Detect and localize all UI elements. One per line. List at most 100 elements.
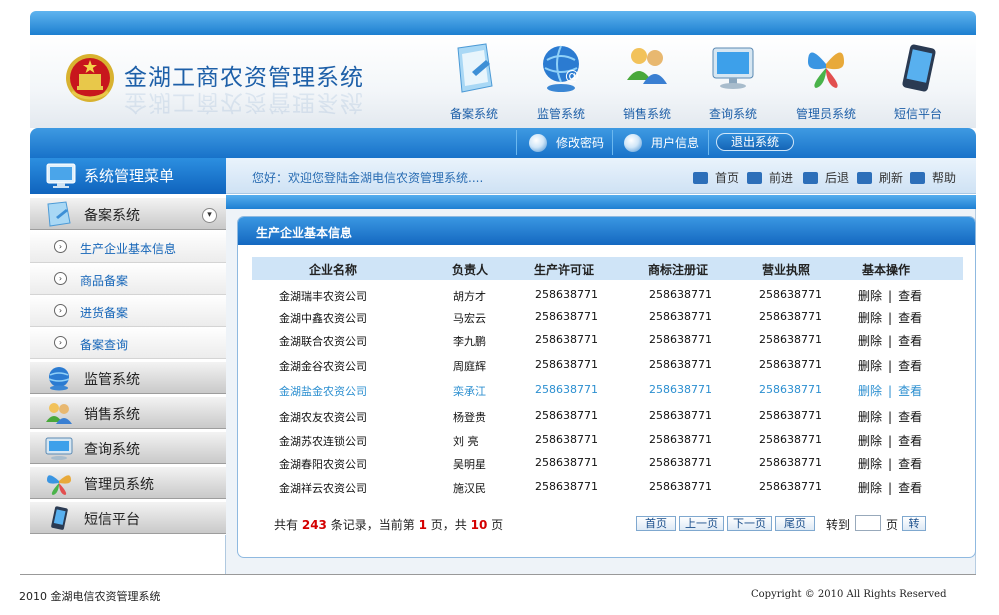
sidebar-section-filing[interactable]: 备案系统 ▾ — [30, 197, 226, 230]
users-icon — [627, 48, 667, 84]
delete-link[interactable]: 删除 — [858, 457, 882, 471]
cell-name: 金湖春阳农资公司 — [279, 458, 367, 471]
sidebar-filler — [30, 535, 226, 574]
action-separator: | — [888, 289, 893, 303]
cell-name: 金湖中鑫农资公司 — [279, 312, 367, 325]
cell-business: 258638771 — [759, 433, 822, 446]
next-page-button[interactable]: 下一页 — [727, 516, 772, 531]
delete-link[interactable]: 删除 — [858, 334, 882, 348]
cell-name: 金湖金谷农资公司 — [279, 360, 367, 373]
cell-name: 金湖苏农连锁公司 — [279, 435, 367, 448]
chevron-down-icon[interactable]: ▾ — [202, 208, 217, 223]
top-toolbar — [30, 128, 976, 158]
cell-name: 金湖盐金农资公司 — [279, 385, 367, 398]
chevron-right-icon: › — [54, 336, 67, 349]
system-supervision-button[interactable]: @ 监管系统 — [521, 42, 601, 124]
prev-page-button[interactable]: 上一页 — [679, 516, 724, 531]
cell-person: 施汉民 — [453, 482, 486, 495]
cell-person: 栾承江 — [453, 385, 486, 398]
delete-link[interactable]: 删除 — [858, 289, 882, 303]
pagination-text: 条记录，当前第 — [330, 518, 415, 532]
cell-name: 金湖农友农资公司 — [279, 411, 367, 424]
nav-label: 帮助 — [932, 171, 957, 185]
nav-forward-button[interactable]: 前进 — [747, 169, 793, 186]
view-link[interactable]: 查看 — [898, 359, 922, 373]
cell-person: 周庭辉 — [453, 360, 486, 373]
system-query-button[interactable]: 查询系统 — [693, 42, 773, 124]
delete-link[interactable]: 删除 — [858, 311, 882, 325]
pagination-text: 页 — [491, 518, 504, 532]
delete-link[interactable]: 删除 — [858, 434, 882, 448]
nav-home-button[interactable]: 首页 — [693, 169, 739, 186]
nav-label: 前进 — [769, 171, 794, 185]
sidebar-section-admin[interactable]: 管理员系统 — [30, 466, 226, 499]
back-arrow-icon — [803, 171, 818, 184]
system-sales-button[interactable]: 销售系统 — [607, 42, 687, 124]
action-separator: | — [888, 334, 893, 348]
view-link[interactable]: 查看 — [898, 334, 922, 348]
nav-back-button[interactable]: 后退 — [803, 169, 849, 186]
goto-page-input[interactable] — [855, 515, 881, 531]
help-icon — [910, 171, 925, 184]
cell-trademark: 258638771 — [649, 288, 712, 301]
globe-mail-icon: @ — [543, 45, 579, 92]
action-separator: | — [888, 481, 893, 495]
system-filing-button[interactable]: 备案系统 — [434, 42, 514, 124]
sidebar-item-purchase-filing[interactable]: › 进货备案 — [30, 295, 226, 327]
sidebar-section-query[interactable]: 查询系统 — [30, 431, 226, 464]
total-count: 243 — [301, 518, 327, 532]
monitor-icon — [46, 163, 76, 188]
go-button[interactable]: 转 — [902, 516, 926, 531]
cell-license: 258638771 — [535, 310, 598, 323]
view-link[interactable]: 查看 — [898, 311, 922, 325]
view-link[interactable]: 查看 — [898, 457, 922, 471]
system-admin-button[interactable]: 管理员系统 — [786, 42, 866, 124]
chevron-right-icon: › — [54, 240, 67, 253]
nav-help-button[interactable]: 帮助 — [910, 169, 956, 186]
system-label: 短信平台 — [893, 107, 942, 121]
row-actions: 删除 | 查看 — [858, 455, 922, 472]
footer-divider — [20, 574, 976, 575]
view-link[interactable]: 查看 — [898, 289, 922, 303]
phone-icon — [51, 506, 68, 530]
sidebar-item-producer-info[interactable]: › 生产企业基本信息 — [30, 231, 226, 263]
first-page-button[interactable]: 首页 — [636, 516, 676, 531]
logout-button[interactable]: 退出系统 — [716, 133, 794, 151]
top-rim — [30, 11, 976, 35]
sidebar-section-supervision[interactable]: 监管系统 — [30, 361, 226, 394]
cell-name: 金湖联合农资公司 — [279, 335, 367, 348]
action-separator: | — [888, 311, 893, 325]
sidebar-item-goods-filing[interactable]: › 商品备案 — [30, 263, 226, 295]
sidebar-section-sms[interactable]: 短信平台 — [30, 501, 226, 534]
toolbar-divider — [516, 130, 517, 155]
action-separator: | — [888, 457, 893, 471]
sidebar-item-filing-query[interactable]: › 备案查询 — [30, 327, 226, 359]
sidebar-section-sales[interactable]: 销售系统 — [30, 396, 226, 429]
delete-link[interactable]: 删除 — [858, 384, 882, 398]
footer-copyright: Copyright © 2010 All Rights Reserved — [751, 589, 947, 600]
view-link[interactable]: 查看 — [898, 434, 922, 448]
admin-butterfly-icon — [808, 52, 844, 88]
sidebar-section-label: 查询系统 — [84, 442, 140, 458]
cell-trademark: 258638771 — [649, 333, 712, 346]
nav-refresh-button[interactable]: 刷新 — [857, 169, 903, 186]
change-password-button[interactable]: 修改密码 — [529, 133, 604, 154]
delete-link[interactable]: 删除 — [858, 359, 882, 373]
cell-license: 258638771 — [535, 358, 598, 371]
last-page-button[interactable]: 尾页 — [775, 516, 815, 531]
system-label: 监管系统 — [536, 107, 585, 121]
row-actions: 删除 | 查看 — [858, 332, 922, 349]
users-icon — [46, 403, 72, 424]
view-link[interactable]: 查看 — [898, 384, 922, 398]
sidebar-section-label: 管理员系统 — [84, 477, 154, 493]
view-link[interactable]: 查看 — [898, 410, 922, 424]
user-info-button[interactable]: 用户信息 — [624, 133, 699, 154]
delete-link[interactable]: 删除 — [858, 410, 882, 424]
cell-business: 258638771 — [759, 310, 822, 323]
sidebar-item-label: 进货备案 — [80, 306, 129, 320]
sidebar-section-label: 备案系统 — [84, 208, 140, 224]
delete-link[interactable]: 删除 — [858, 481, 882, 495]
view-link[interactable]: 查看 — [898, 481, 922, 495]
system-sms-button[interactable]: 短信平台 — [878, 42, 958, 124]
cell-name: 金湖祥云农资公司 — [279, 482, 367, 495]
